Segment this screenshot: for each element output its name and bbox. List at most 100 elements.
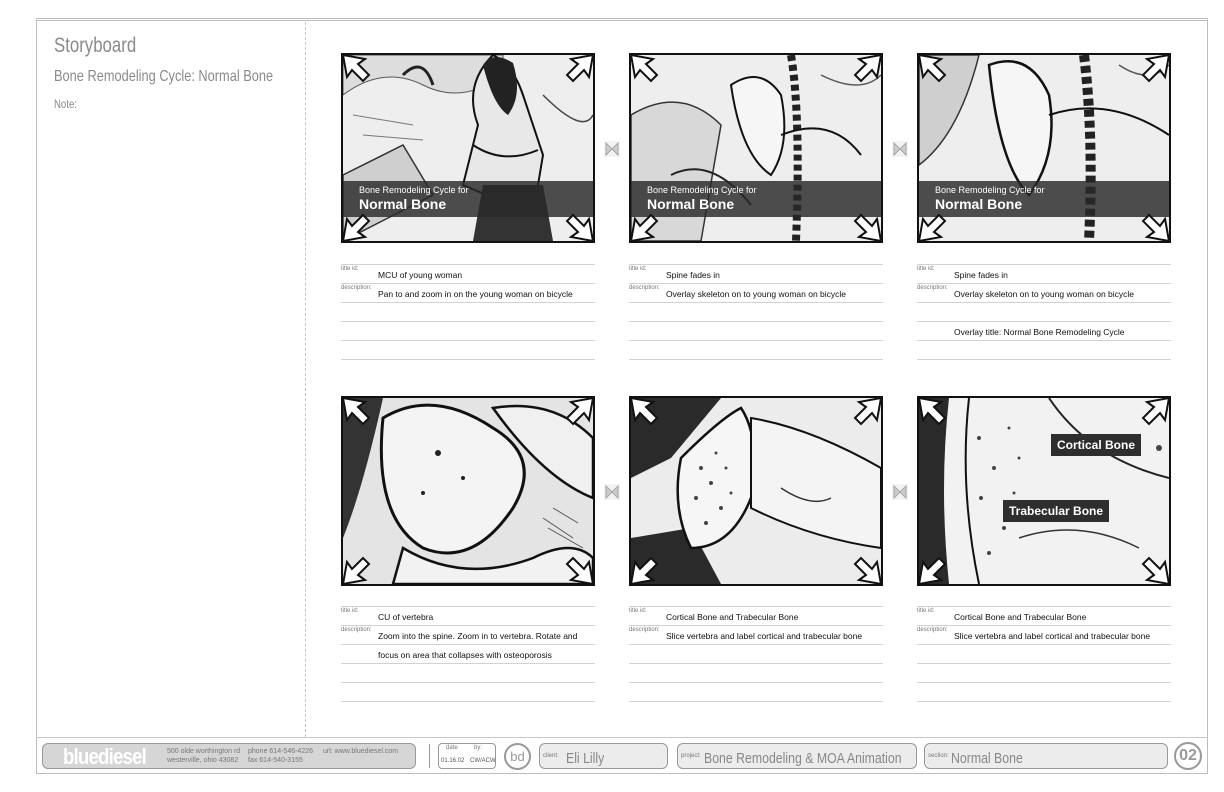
page-title: Storyboard	[54, 34, 137, 57]
title-id-label: title id:	[629, 608, 647, 614]
description-line: Pan to and zoom in on the young woman on…	[378, 289, 573, 299]
overlay-subtitle: Bone Remodeling Cycle for	[647, 185, 757, 195]
frame-5-notes: title id: Cortical Bone and Trabecular Bo…	[629, 606, 883, 702]
corner-arrow-icon	[1141, 213, 1171, 243]
by-label: by:	[474, 745, 483, 751]
date-value: 01.16.02	[441, 758, 465, 764]
frame-3-image: Bone Remodeling Cycle for Normal Bone	[917, 53, 1171, 243]
corner-arrow-icon	[917, 556, 947, 586]
description-label: description:	[917, 285, 948, 291]
corner-arrow-icon	[565, 213, 595, 243]
corner-arrow-icon	[629, 213, 659, 243]
frame-2-notes: title id: Spine fades in description: Over…	[629, 264, 883, 360]
company-url: url: www.bluediesel.com	[323, 748, 399, 755]
corner-arrow-icon	[917, 53, 947, 83]
frame-6-notes: title id: Cortical Bone and Trabecular Bo…	[917, 606, 1171, 702]
overlay-heading: Normal Bone	[647, 196, 735, 212]
page-number: 02	[1174, 742, 1202, 770]
overlay-title: Bone Remodeling Cycle for Normal Bone	[631, 181, 881, 217]
description-line: Zoom into the spine. Zoom in to vertebra…	[378, 631, 578, 641]
section-value: Normal Bone	[951, 750, 1023, 767]
description-label: description:	[341, 285, 372, 291]
sketch-labeled-bone-slice	[919, 398, 1169, 584]
transition-dissolve-icon	[604, 484, 620, 500]
frame-title: Cortical Bone and Trabecular Bone	[666, 612, 799, 622]
address-line-1: 500 olde worthington rd	[167, 748, 241, 755]
fax-number: fax 614-540-3155	[248, 757, 303, 764]
company-address: 500 olde worthington rd westerville, ohi…	[167, 747, 240, 765]
frame-5-image	[629, 396, 883, 586]
corner-arrow-icon	[853, 213, 883, 243]
corner-arrow-icon	[917, 213, 947, 243]
description-line: Overlay title: Normal Bone Remodeling Cy…	[954, 327, 1125, 337]
transition-dissolve-icon	[604, 141, 620, 157]
corner-arrow-icon	[341, 53, 371, 83]
corner-arrow-icon	[341, 556, 371, 586]
date-by-box: date by: 01.16.02 CW/ACW	[438, 743, 496, 769]
corner-arrow-icon	[1141, 556, 1171, 586]
page-subtitle: Bone Remodeling Cycle: Normal Bone	[54, 68, 274, 85]
frame-1-notes: title id: MCU of young woman description:…	[341, 264, 595, 360]
company-logo: bluediesel	[63, 744, 147, 769]
description-label: description:	[629, 627, 660, 633]
company-info-box: bluediesel 500 olde worthington rd weste…	[42, 743, 416, 769]
title-id-label: title id:	[341, 608, 359, 614]
section-field: section: Normal Bone	[924, 743, 1168, 769]
project-label: project:	[681, 753, 701, 759]
description-label: description:	[341, 627, 372, 633]
title-id-label: title id:	[917, 608, 935, 614]
note-label: Note:	[54, 97, 77, 111]
corner-arrow-icon	[565, 53, 595, 83]
section-label: section:	[928, 753, 949, 759]
description-line: focus on area that collapses with osteop…	[378, 650, 552, 660]
overlay-heading: Normal Bone	[935, 196, 1023, 212]
frame-1-image: Bone Remodeling Cycle for Normal Bone	[341, 53, 595, 243]
description-label: description:	[629, 285, 660, 291]
sketch-vertebra-slice	[631, 398, 881, 584]
company-phone: phone 614-546-4226 fax 614-540-3155	[248, 747, 313, 765]
corner-arrow-icon	[565, 556, 595, 586]
corner-arrow-icon	[341, 213, 371, 243]
overlay-title: Bone Remodeling Cycle for Normal Bone	[919, 181, 1169, 217]
client-field: client: Eli Lilly	[539, 743, 668, 769]
by-value: CW/ACW	[470, 758, 496, 764]
corner-arrow-icon	[629, 396, 659, 426]
description-line: Slice vertebra and label cortical and tr…	[954, 631, 1151, 641]
callout-cortical-bone: Cortical Bone	[1051, 434, 1142, 456]
corner-arrow-icon	[629, 556, 659, 586]
transition-dissolve-icon	[892, 484, 908, 500]
client-label: client:	[543, 753, 559, 759]
bd-logo-mark: bd	[504, 743, 531, 770]
transition-dissolve-icon	[892, 141, 908, 157]
overlay-title: Bone Remodeling Cycle for Normal Bone	[343, 181, 593, 217]
sketch-vertebra-closeup	[343, 398, 593, 584]
title-id-label: title id:	[341, 266, 359, 272]
corner-arrow-icon	[1141, 396, 1171, 426]
phone-number: phone 614-546-4226	[248, 748, 314, 755]
title-id-label: title id:	[917, 266, 935, 272]
client-value: Eli Lilly	[566, 750, 605, 767]
corner-arrow-icon	[853, 396, 883, 426]
corner-arrow-icon	[853, 53, 883, 83]
frame-title: CU of vertebra	[378, 612, 434, 622]
frame-title: Cortical Bone and Trabecular Bone	[954, 612, 1087, 622]
project-field: project: Bone Remodeling & MOA Animation	[677, 743, 917, 769]
frame-6-image: Cortical Bone Trabecular Bone	[917, 396, 1171, 586]
date-label: date	[446, 745, 458, 751]
description-line: Overlay skeleton on to young woman on bi…	[666, 289, 847, 299]
project-value: Bone Remodeling & MOA Animation	[704, 750, 902, 767]
footer: bluediesel 500 olde worthington rd weste…	[36, 737, 1208, 774]
corner-arrow-icon	[853, 556, 883, 586]
frame-2-image: Bone Remodeling Cycle for Normal Bone	[629, 53, 883, 243]
corner-arrow-icon	[565, 396, 595, 426]
frame-title: MCU of young woman	[378, 270, 463, 280]
overlay-subtitle: Bone Remodeling Cycle for	[359, 185, 469, 195]
description-label: description:	[917, 627, 948, 633]
footer-divider	[429, 744, 430, 768]
frame-3-notes: title id: Spine fades in description: Over…	[917, 264, 1171, 360]
title-id-label: title id:	[629, 266, 647, 272]
corner-arrow-icon	[917, 396, 947, 426]
description-line: Overlay skeleton on to young woman on bi…	[954, 289, 1135, 299]
corner-arrow-icon	[341, 396, 371, 426]
corner-arrow-icon	[1141, 53, 1171, 83]
